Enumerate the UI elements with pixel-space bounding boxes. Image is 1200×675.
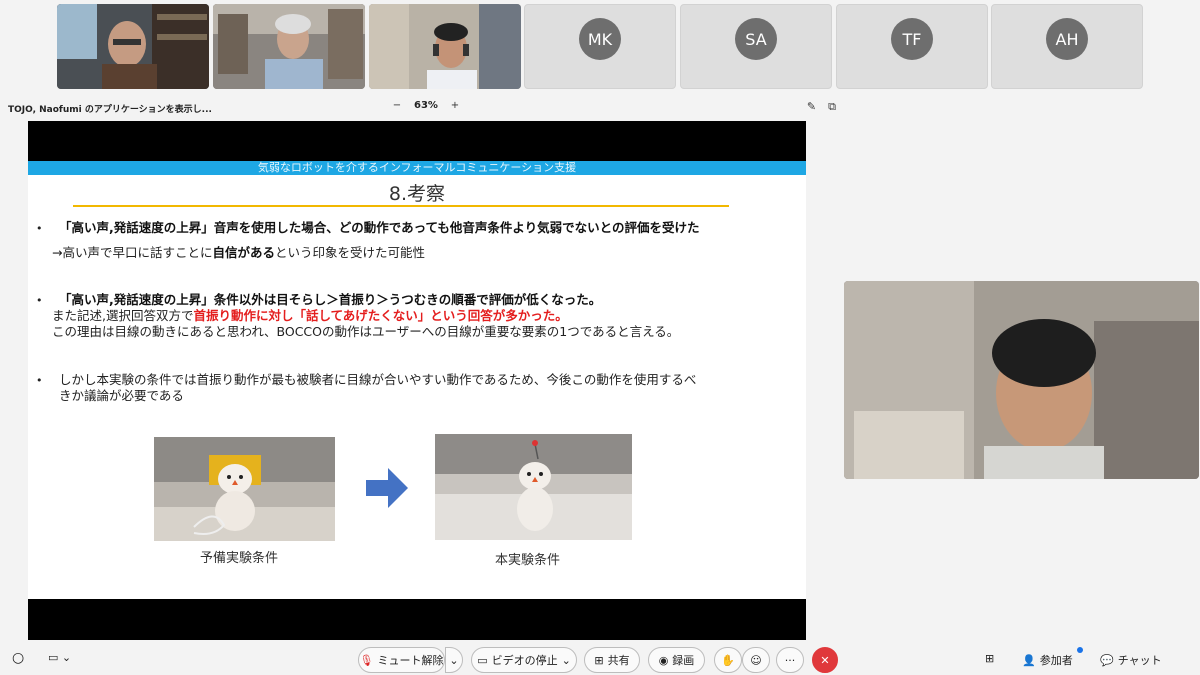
mute-button[interactable]: 🎙 ミュート解除 [358, 647, 445, 673]
chevron-down-icon: ⌄ [561, 653, 571, 667]
zoom-in-button[interactable]: + [448, 100, 462, 111]
bullet-dot: • [36, 374, 43, 387]
more-options-button[interactable]: ··· [776, 647, 804, 673]
participants-button[interactable]: 👤 参加者 [1022, 652, 1073, 668]
share-screen-icon: ⊞ [594, 653, 604, 667]
bullet2-line2-red: 首振り動作に対し「話してあげたくない」という回答が多かった [193, 308, 556, 323]
video-feed-1 [57, 4, 209, 89]
notification-dot [1077, 647, 1083, 653]
bullet1-line2-post: という印象を受けた可能性 [275, 245, 426, 260]
status-circle-icon[interactable]: ○ [12, 650, 24, 666]
share-header: TOJO, Naofumi のアプリケーションを表示し... − 63% + ✎… [0, 97, 840, 119]
record-icon: ◉ [658, 653, 669, 667]
share-icons: ✎ ⧉ [807, 100, 836, 114]
participant-video-1[interactable] [57, 4, 209, 89]
bullet2-line3: この理由は目線の動きにあると思われ、BOCCOの動作はユーザーへの目線が重要な要… [52, 324, 680, 339]
video-label: ビデオの停止 [491, 654, 558, 667]
video-feed-2 [213, 4, 365, 89]
caption-pre-experiment: 予備実験条件 [200, 551, 279, 566]
participant-avatar: TF [891, 18, 933, 60]
bullet1-line2: →高い声で早口に話すことに自信があるという印象を受けた可能性 [52, 245, 425, 261]
caption-main-experiment: 本実験条件 [495, 553, 561, 568]
mute-options-button[interactable]: ⌄ [445, 647, 463, 673]
bullet-dot: • [36, 294, 43, 307]
smiley-icon: ☺ [750, 653, 762, 667]
people-icon: 👤 [1022, 653, 1036, 667]
arrow-right-icon [366, 468, 408, 508]
participant-strip: MK SA TF AH [0, 0, 1200, 96]
bullet1-line2-pre: →高い声で早口に話すことに [52, 245, 213, 260]
bullet1-line2-bold: 自信がある [212, 245, 275, 260]
participant-tile-7[interactable]: AH [991, 4, 1143, 89]
chat-icon: 💬 [1100, 653, 1114, 667]
participant-tile-4[interactable]: MK [524, 4, 676, 89]
shared-slide: 気弱なロボットを介するインフォーマルコミュニケーション支援 8.考察 • 「高い… [28, 121, 806, 640]
participant-tile-6[interactable]: TF [836, 4, 988, 89]
participant-avatar: SA [735, 18, 777, 60]
bullet3-line1: しかし本実験の条件では首振り動作が最も被験者に目線が合いやすい動作であるため、今… [59, 372, 697, 387]
bullet1-line1: 「高い声,発話速度の上昇」音声を使用した場合、どの動作であっても他音声条件より気… [59, 220, 700, 235]
record-button[interactable]: ◉ 録画 [648, 647, 705, 673]
pre-experiment-photo [154, 437, 335, 541]
slide-bottom-letterbox [28, 599, 806, 640]
slide-title: 8.考察 [388, 183, 446, 205]
apps-icon[interactable]: ⊞ [985, 652, 994, 665]
bullet3-line2: きか議論が必要である [59, 388, 184, 403]
slide-subtitle: 気弱なロボットを介するインフォーマルコミュニケーション支援 [28, 161, 806, 175]
chat-label: チャット [1117, 654, 1162, 667]
zoom-level: 63% [414, 100, 438, 111]
annotate-icon[interactable]: ✎ [807, 100, 816, 114]
leave-meeting-button[interactable]: ✕ [812, 647, 838, 673]
main-experiment-photo [435, 434, 632, 540]
reactions-button[interactable]: ☺ [742, 647, 770, 673]
chat-button[interactable]: 💬 チャット [1100, 652, 1162, 668]
share-button[interactable]: ⊞ 共有 [584, 647, 640, 673]
video-feed-3 [369, 4, 521, 89]
bullet2-line2-pre: また記述,選択回答双方で [52, 308, 194, 323]
chevron-down-icon: ⌄ [449, 653, 459, 667]
zoom-controls: − 63% + [390, 100, 462, 111]
slide-title-underline [73, 205, 729, 207]
stop-video-button[interactable]: ▭ ビデオの停止 ⌄ [471, 647, 577, 673]
speaker-video-feed [844, 281, 1199, 479]
bullet2-line2-post: 。 [555, 308, 568, 323]
record-label: 録画 [672, 654, 695, 667]
participant-video-3[interactable] [369, 4, 521, 89]
meeting-toolbar: ○ ▭ ⌄ 🎙 ミュート解除 ⌄ ▭ ビデオの停止 ⌄ ⊞ 共有 ◉ 録画 ✋ … [0, 643, 1200, 675]
bullet-dot: • [36, 222, 43, 235]
zoom-out-button[interactable]: − [390, 100, 404, 111]
captions-icon[interactable]: ▭ ⌄ [48, 651, 71, 664]
more-icon: ··· [784, 653, 796, 667]
mute-label: ミュート解除 [377, 654, 444, 667]
bullet2-line1: 「高い声,発話速度の上昇」条件以外は目そらし＞首振り＞うつむきの順番で評価が低く… [59, 292, 602, 307]
camera-icon: ▭ [477, 653, 488, 667]
active-speaker-video[interactable] [844, 281, 1199, 479]
participant-video-2[interactable] [213, 4, 365, 89]
share-label: 共有 [607, 654, 630, 667]
close-icon: ✕ [820, 653, 830, 667]
raise-hand-button[interactable]: ✋ [714, 647, 742, 673]
bullet2-line2: また記述,選択回答双方で首振り動作に対し「話してあげたくない」という回答が多かっ… [52, 308, 568, 324]
hand-icon: ✋ [721, 653, 735, 667]
participant-avatar: AH [1046, 18, 1088, 60]
mic-off-icon: 🎙 [359, 653, 374, 667]
participant-tile-5[interactable]: SA [680, 4, 832, 89]
participant-avatar: MK [579, 18, 621, 60]
slide-top-letterbox [28, 121, 806, 161]
share-title: TOJO, Naofumi のアプリケーションを表示し... [8, 105, 212, 115]
participants-label: 参加者 [1039, 654, 1073, 667]
pop-out-icon[interactable]: ⧉ [828, 100, 836, 114]
